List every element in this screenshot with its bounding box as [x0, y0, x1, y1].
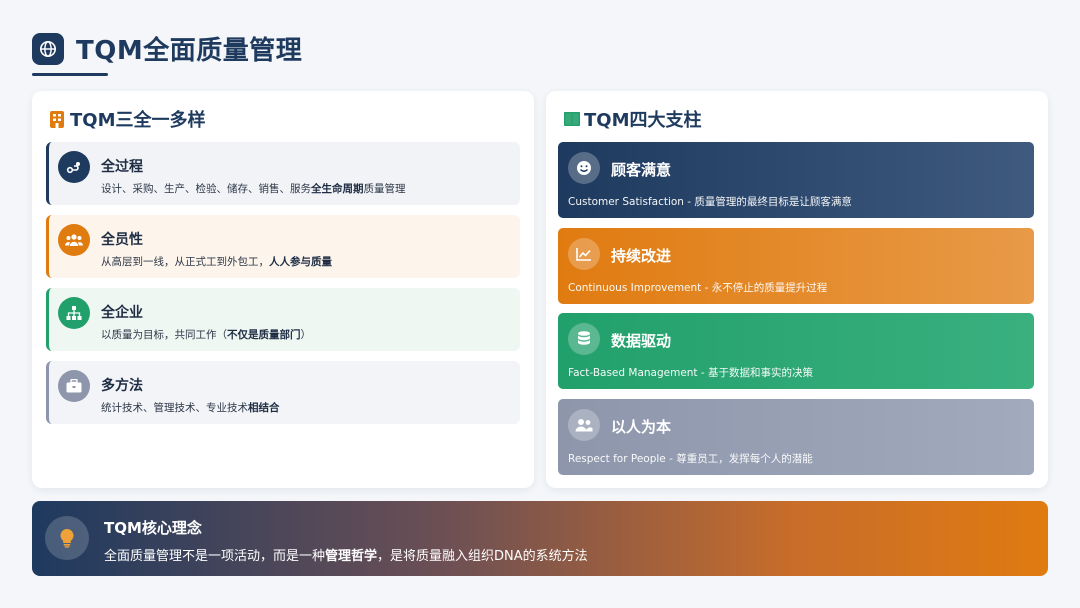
header: TQM全面质量管理 [32, 30, 302, 67]
pillar-title: 顾客满意 [611, 161, 672, 179]
right-panel: TQM四大支柱 顾客满意 Customer Satisfaction - 质量管… [546, 91, 1048, 488]
item-desc: 以质量为目标，共同工作（不仅是质量部门） [101, 329, 311, 341]
toolbox-icon [58, 370, 90, 402]
lightbulb-icon [45, 516, 89, 560]
pillar-title: 数据驱动 [611, 332, 672, 350]
item-title: 多方法 [101, 378, 143, 394]
item-desc: 统计技术、管理技术、专业技术相结合 [101, 402, 280, 414]
item-title: 全过程 [101, 159, 143, 175]
item-title: 全员性 [101, 232, 143, 248]
route-icon [58, 151, 90, 183]
left-panel-title-text: TQM三全一多样 [70, 110, 206, 131]
pillar-desc: Fact-Based Management - 基于数据和事实的决策 [568, 367, 814, 379]
chart-line-icon [568, 238, 600, 270]
smile-icon [568, 152, 600, 184]
title-underline [32, 73, 108, 76]
pillar-title: 以人为本 [611, 418, 672, 436]
pillar-title: 持续改进 [611, 247, 672, 265]
building-icon [50, 110, 66, 128]
right-panel-title-text: TQM四大支柱 [584, 110, 702, 131]
pillar-respect-for-people: 以人为本 Respect for People - 尊重员工，发挥每个人的潜能 [558, 399, 1034, 475]
item-title: 全企业 [101, 305, 143, 321]
columns-icon [564, 110, 580, 128]
pillar-data-driven: 数据驱动 Fact-Based Management - 基于数据和事实的决策 [558, 313, 1034, 389]
database-icon [568, 323, 600, 355]
left-panel-title: TQM三全一多样 [50, 106, 206, 132]
list-item-all-staff: 全员性 从高层到一线，从正式工到外包工，人人参与质量 [46, 215, 520, 278]
pillar-desc: Respect for People - 尊重员工，发挥每个人的潜能 [568, 453, 813, 465]
item-desc: 从高层到一线，从正式工到外包工，人人参与质量 [101, 256, 332, 268]
people-icon [568, 409, 600, 441]
slide: TQM全面质量管理 TQM三全一多样 全过程 设计、采购、生产、检验、储存、销售… [0, 0, 1080, 608]
right-panel-title: TQM四大支柱 [564, 106, 702, 132]
left-panel: TQM三全一多样 全过程 设计、采购、生产、检验、储存、销售、服务全生命周期质量… [32, 91, 534, 488]
banner-title: TQM核心理念 [104, 519, 202, 537]
banner-desc: 全面质量管理不是一项活动，而是一种管理哲学，是将质量融入组织DNA的系统方法 [104, 549, 588, 564]
sitemap-icon [58, 297, 90, 329]
globe-icon [32, 32, 64, 65]
pillar-continuous-improvement: 持续改进 Continuous Improvement - 永不停止的质量提升过… [558, 228, 1034, 304]
pillar-desc: Customer Satisfaction - 质量管理的最终目标是让顾客满意 [568, 196, 852, 208]
pillar-desc: Continuous Improvement - 永不停止的质量提升过程 [568, 282, 828, 294]
list-item-multi-method: 多方法 统计技术、管理技术、专业技术相结合 [46, 361, 520, 424]
page-title: TQM全面质量管理 [76, 36, 303, 66]
core-concept-banner: TQM核心理念 全面质量管理不是一项活动，而是一种管理哲学，是将质量融入组织DN… [32, 501, 1048, 576]
pillar-customer-satisfaction: 顾客满意 Customer Satisfaction - 质量管理的最终目标是让… [558, 142, 1034, 218]
item-desc: 设计、采购、生产、检验、储存、销售、服务全生命周期质量管理 [101, 183, 406, 195]
users-icon [58, 224, 90, 256]
list-item-whole-enterprise: 全企业 以质量为目标，共同工作（不仅是质量部门） [46, 288, 520, 351]
list-item-whole-process: 全过程 设计、采购、生产、检验、储存、销售、服务全生命周期质量管理 [46, 142, 520, 205]
